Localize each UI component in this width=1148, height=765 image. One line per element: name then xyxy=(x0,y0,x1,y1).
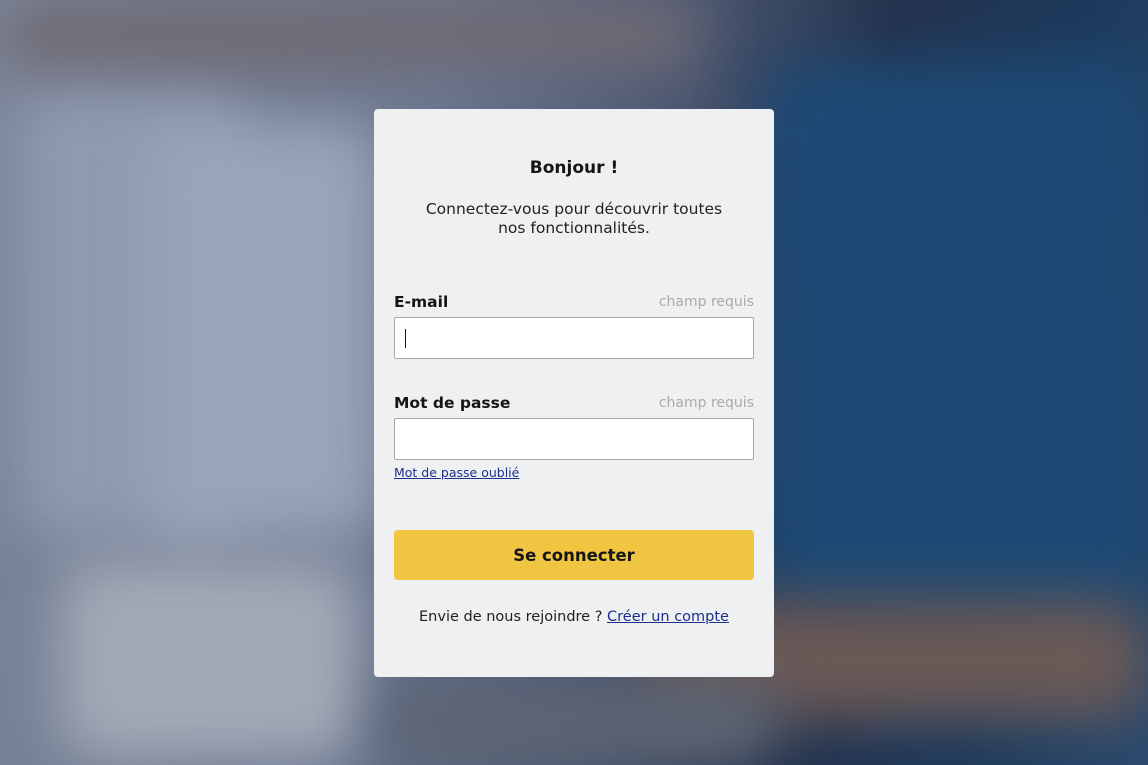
create-account-link[interactable]: Créer un compte xyxy=(607,609,729,625)
email-field[interactable] xyxy=(394,317,754,359)
signup-line: Envie de nous rejoindre ? Créer un compt… xyxy=(374,609,774,625)
signup-prompt: Envie de nous rejoindre ? xyxy=(419,609,608,625)
page-title: Bonjour ! xyxy=(529,158,619,178)
login-button[interactable]: Se connecter xyxy=(394,530,754,580)
password-field[interactable] xyxy=(394,418,754,460)
email-required-hint: champ requis xyxy=(658,294,754,310)
forgot-password-link[interactable]: Mot de passe oublié xyxy=(394,465,519,480)
text-cursor xyxy=(405,329,406,348)
page-subtitle: Connectez-vous pour découvrir toutes nos… xyxy=(425,200,723,237)
password-required-hint: champ requis xyxy=(658,395,754,411)
login-form: Bonjour ! Connectez-vous pour découvrir … xyxy=(374,0,774,765)
password-label: Mot de passe xyxy=(394,394,511,412)
email-label: E-mail xyxy=(394,293,449,311)
